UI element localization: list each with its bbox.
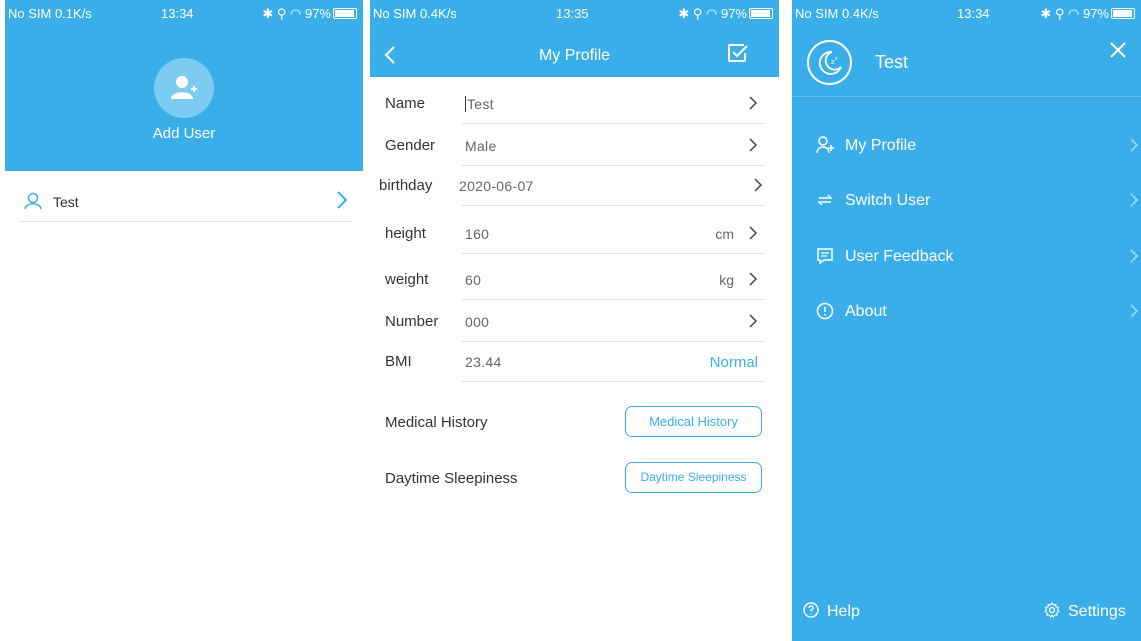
side-menu-screen: No SIM 0.4K/s 13:34 ✱ ⚲ ◠ 97% z z Test M… — [792, 0, 1141, 641]
gender-value: Male — [465, 138, 497, 154]
feedback-icon — [817, 248, 833, 265]
close-icon[interactable] — [1109, 41, 1127, 59]
battery-percent: 97% — [304, 6, 331, 21]
wifi-icon: ◠ — [706, 6, 718, 21]
moon-sleep-icon: z z — [818, 51, 842, 75]
name-label: Name — [385, 95, 426, 112]
gear-icon — [1044, 602, 1060, 618]
user-list-item[interactable]: Test — [20, 180, 352, 222]
status-time: 13:34 — [161, 6, 194, 21]
daytime-sleepiness-label: Daytime Sleepiness — [385, 470, 518, 487]
battery-percent: 97% — [720, 6, 747, 21]
battery-icon — [1111, 8, 1135, 19]
switch-icon — [817, 194, 833, 206]
wifi-icon: ◠ — [290, 6, 302, 21]
add-user-button[interactable] — [154, 58, 214, 118]
battery-percent: 97% — [1082, 6, 1109, 21]
battery-icon — [749, 8, 773, 19]
chevron-right-icon — [749, 314, 758, 328]
settings-link[interactable]: Settings — [1044, 602, 1126, 621]
status-bar: No SIM 0.4K/s 13:34 ✱ ⚲ ◠ 97% — [792, 0, 1141, 30]
add-user-icon — [171, 76, 197, 99]
chevron-right-icon — [337, 191, 348, 209]
gender-label: Gender — [385, 137, 436, 154]
menu-item-switch-user[interactable]: Switch User — [816, 184, 1141, 216]
page-title: My Profile — [538, 47, 611, 64]
medical-history-button[interactable]: Medical History — [625, 406, 762, 437]
info-icon — [816, 302, 834, 320]
number-value[interactable]: 000 — [465, 314, 489, 330]
status-time: 13:35 — [556, 6, 589, 21]
chevron-right-icon — [749, 226, 758, 240]
network-status: No SIM 0.4K/s — [795, 6, 879, 21]
help-label: Help — [827, 603, 860, 620]
user-name: Test — [53, 194, 79, 210]
wifi-icon: ◠ — [1068, 6, 1080, 21]
text-cursor — [465, 96, 466, 112]
menu-label: My Profile — [845, 137, 917, 154]
battery-icon — [333, 8, 357, 19]
add-user-label[interactable]: Add User — [5, 125, 363, 142]
status-time: 13:34 — [957, 6, 990, 21]
height-unit: cm — [715, 226, 734, 242]
menu-item-user-feedback[interactable]: User Feedback — [816, 240, 1141, 272]
bmi-field: BMI 23.44 Normal — [385, 340, 764, 382]
settings-label: Settings — [1068, 603, 1126, 620]
current-user-name: Test — [875, 52, 909, 72]
height-value[interactable]: 160 — [465, 226, 489, 242]
weight-value[interactable]: 60 — [465, 272, 481, 288]
bmi-label: BMI — [385, 353, 412, 370]
name-input[interactable]: Test — [467, 96, 494, 112]
profile-header: No SIM 0.4K/s 13:35 ✱ ⚲ ◠ 97% My Profile — [370, 0, 779, 77]
chevron-right-icon — [1130, 193, 1138, 207]
add-user-icon — [816, 136, 834, 154]
help-link[interactable]: Help — [803, 602, 860, 621]
network-status: No SIM 0.4K/s — [373, 6, 457, 21]
chevron-right-icon — [749, 272, 758, 286]
help-icon — [803, 602, 819, 618]
chevron-right-icon — [1130, 249, 1138, 263]
gender-field[interactable]: Gender Male — [385, 124, 764, 166]
weight-unit: kg — [719, 272, 734, 288]
chevron-right-icon — [1130, 304, 1138, 318]
save-check-icon[interactable] — [727, 43, 749, 63]
number-field[interactable]: Number 000 — [385, 300, 764, 342]
name-field[interactable]: Name Test — [385, 82, 764, 124]
height-label: height — [385, 225, 426, 242]
menu-label: User Feedback — [845, 248, 954, 265]
birthday-label: birthday — [379, 177, 433, 194]
daytime-sleepiness-button[interactable]: Daytime Sleepiness — [625, 462, 762, 493]
menu-label: About — [845, 303, 887, 320]
status-right: ✱ ⚲ ◠ 97% — [262, 6, 357, 22]
number-label: Number — [385, 313, 439, 330]
user-list-header: No SIM 0.1K/s 13:34 ✱ ⚲ ◠ 97% Add User — [5, 0, 363, 171]
chevron-right-icon — [749, 138, 758, 152]
chevron-right-icon — [1130, 138, 1138, 152]
bmi-value: 23.44 — [465, 354, 502, 370]
my-profile-screen: No SIM 0.4K/s 13:35 ✱ ⚲ ◠ 97% My Profile… — [370, 0, 779, 641]
status-bar: No SIM 0.1K/s 13:34 ✱ ⚲ ◠ 97% — [5, 0, 363, 30]
menu-label: Switch User — [845, 192, 931, 209]
weight-label: weight — [385, 271, 429, 288]
birthday-value: 2020-06-07 — [459, 178, 534, 194]
weight-field[interactable]: weight 60 kg — [385, 258, 764, 300]
status-right: ✱ ⚲ ◠ 97% — [678, 6, 773, 22]
bmi-status: Normal — [709, 354, 758, 371]
chevron-right-icon — [754, 178, 763, 192]
birthday-field[interactable]: birthday 2020-06-07 — [379, 164, 764, 206]
menu-item-my-profile[interactable]: My Profile — [816, 129, 1141, 161]
chevron-right-icon — [749, 96, 758, 110]
medical-history-label: Medical History — [385, 414, 488, 431]
svg-text:z: z — [835, 56, 838, 62]
status-bar: No SIM 0.4K/s 13:35 ✱ ⚲ ◠ 97% — [370, 0, 779, 30]
menu-divider — [792, 96, 1141, 97]
network-status: No SIM 0.1K/s — [8, 6, 92, 21]
status-right: ✱ ⚲ ◠ 97% — [1040, 6, 1135, 22]
avatar[interactable]: z z — [807, 40, 852, 85]
user-list-screen: No SIM 0.1K/s 13:34 ✱ ⚲ ◠ 97% Add User T… — [5, 0, 363, 641]
menu-item-about[interactable]: About — [816, 295, 1141, 327]
height-field[interactable]: height 160 cm — [385, 212, 764, 254]
user-icon — [24, 192, 42, 210]
